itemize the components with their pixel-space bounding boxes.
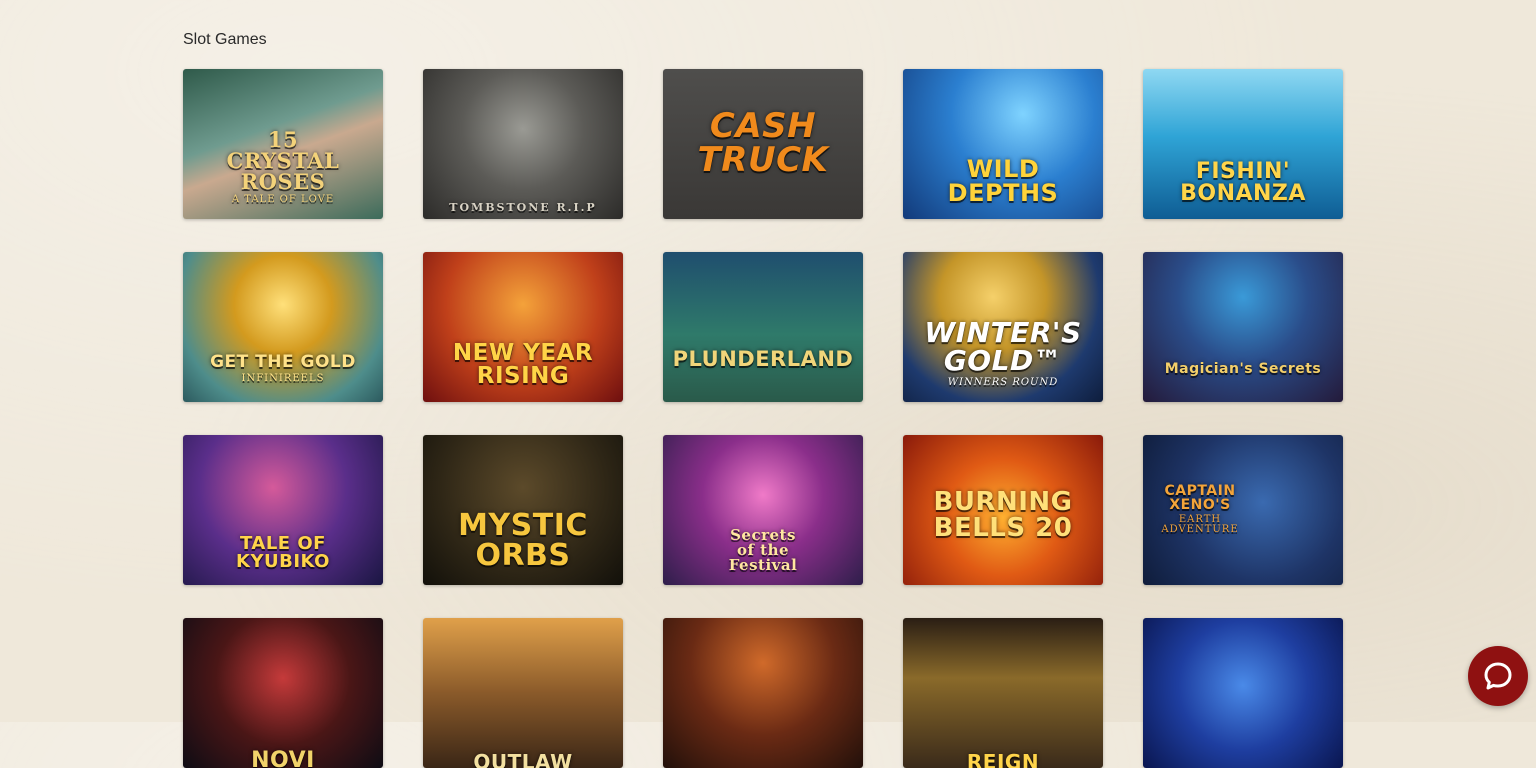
game-tile-white-tiger[interactable] (1143, 618, 1343, 768)
game-title: TOMBSTONE R.I.P (449, 201, 597, 214)
game-thumbnail (183, 618, 383, 768)
chat-button[interactable] (1468, 646, 1528, 706)
game-tile-tale-of-kyubiko[interactable]: TALE OF KYUBIKO (183, 435, 383, 585)
game-thumbnail (663, 618, 863, 768)
game-title: CASH TRUCK (697, 106, 829, 180)
game-title: FISHIN' BONANZA (1180, 159, 1306, 206)
game-tile-secrets-of-the-festival[interactable]: Secrets of the Festival (663, 435, 863, 585)
slot-games-grid: 15 CRYSTAL ROSES A TALE OF LOVE TOMBSTONE… (183, 69, 1343, 768)
game-tile-mystic-orbs[interactable]: MYSTIC ORBS (423, 435, 623, 585)
game-title: REIGN (966, 750, 1040, 768)
game-tile-tombstone-rip[interactable]: TOMBSTONE R.I.P (423, 69, 623, 219)
game-tile-fishin-bonanza[interactable]: FISHIN' BONANZA (1143, 69, 1343, 219)
game-title: NOVI (251, 748, 315, 768)
game-thumbnail (423, 618, 623, 768)
game-tile-captain-xenos[interactable]: CAPTAIN XENO'S EARTH ADVENTURE (1143, 435, 1343, 585)
game-tile-reign[interactable]: REIGN (903, 618, 1103, 768)
game-thumbnail (663, 252, 863, 402)
section-title: Slot Games (183, 31, 267, 48)
game-tile-outlaw[interactable]: OUTLAW (423, 618, 623, 768)
game-thumbnail (423, 69, 623, 219)
game-tile-buffalo[interactable] (663, 618, 863, 768)
game-tile-get-the-gold[interactable]: GET THE GOLD INFINIREELS (183, 252, 383, 402)
game-tile-novi[interactable]: NOVI (183, 618, 383, 768)
game-tile-magicians-secrets[interactable]: Magician's Secrets (1143, 252, 1343, 402)
game-tile-wild-depths[interactable]: WILD DEPTHS (903, 69, 1103, 219)
game-title: WINTER'S GOLD™ WINNERS ROUND (909, 319, 1097, 388)
game-thumbnail (903, 618, 1103, 768)
chat-bubble-icon (1484, 662, 1512, 690)
game-subtitle: WINNERS ROUND (947, 377, 1059, 388)
game-title: MYSTIC ORBS (458, 508, 588, 573)
game-title: Magician's Secrets (1164, 361, 1322, 377)
game-title: WILD DEPTHS (947, 155, 1059, 207)
game-tile-new-year-rising[interactable]: NEW YEAR RISING (423, 252, 623, 402)
game-thumbnail (1143, 252, 1343, 402)
game-tile-winters-gold[interactable]: WINTER'S GOLD™ WINNERS ROUND (903, 252, 1103, 402)
game-title: TALE OF KYUBIKO (236, 533, 330, 572)
game-tile-cash-truck[interactable]: CASH TRUCK (663, 69, 863, 219)
game-subtitle: A TALE OF LOVE (231, 194, 335, 205)
game-title: GET THE GOLD INFINIREELS (189, 354, 377, 384)
game-title: NEW YEAR RISING (452, 340, 594, 389)
game-title: CAPTAIN XENO'S EARTH ADVENTURE (1147, 484, 1253, 535)
game-tile-plunderland[interactable]: PLUNDERLAND (663, 252, 863, 402)
game-tile-burning-bells-20[interactable]: BURNING BELLS 20 (903, 435, 1103, 585)
game-title: OUTLAW (473, 750, 573, 768)
game-subtitle: INFINIREELS (241, 373, 325, 384)
game-title: PLUNDERLAND (672, 347, 854, 371)
game-title: BURNING BELLS 20 (933, 487, 1073, 543)
game-subtitle: EARTH ADVENTURE (1161, 514, 1239, 535)
game-title: 15 CRYSTAL ROSES A TALE OF LOVE (189, 129, 377, 205)
game-thumbnail (1143, 618, 1343, 768)
game-title: Secrets of the Festival (728, 526, 798, 574)
game-tile-crystal-roses[interactable]: 15 CRYSTAL ROSES A TALE OF LOVE (183, 69, 383, 219)
